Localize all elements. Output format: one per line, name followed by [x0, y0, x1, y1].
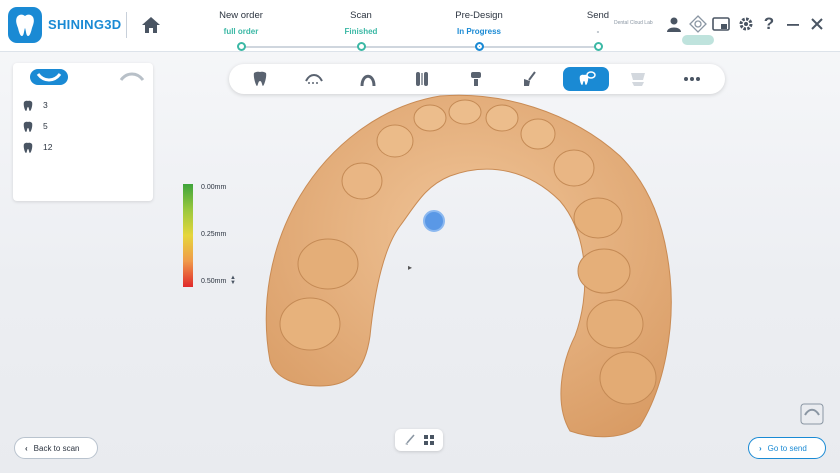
- brand-name: SHINING3D: [48, 17, 122, 32]
- user-icon: [667, 17, 681, 32]
- canine-cusp: [376, 124, 414, 158]
- shining3d-logo: [8, 7, 42, 43]
- lab-status-pill: [682, 35, 714, 45]
- screenshot-button[interactable]: [712, 15, 730, 33]
- step-new-order[interactable]: New order full order: [186, 10, 296, 51]
- gear-icon: [739, 17, 753, 31]
- step-dot: [236, 42, 246, 51]
- canine-cusp: [520, 118, 556, 150]
- premolar-cusp: [341, 162, 383, 200]
- chevron-left-icon: ‹: [25, 443, 28, 453]
- premolar-cusp: [573, 197, 623, 239]
- grid-icon: [424, 435, 434, 445]
- scale-adjust-arrows[interactable]: ▲ ▼: [230, 275, 236, 286]
- lower-jaw-icon: [119, 72, 145, 81]
- step-pre-design[interactable]: Pre-Design In Progress: [424, 10, 534, 51]
- send-label: Go to send: [767, 443, 807, 453]
- lab-name: Dental Cloud Lab: [614, 20, 653, 26]
- step-dot: [593, 42, 603, 51]
- scale-label-top: 0.00mm: [201, 184, 227, 191]
- dental-arch-model[interactable]: [240, 86, 680, 446]
- tooth-icon: [23, 121, 33, 132]
- step-title: New order: [219, 10, 263, 21]
- jaw-view-icon: [800, 403, 824, 425]
- lower-jaw-tab[interactable]: [113, 69, 151, 85]
- molar-cusp: [297, 238, 359, 290]
- step-status: -: [596, 27, 600, 36]
- molar-cusp: [279, 297, 341, 351]
- molar-cusp: [599, 351, 657, 405]
- step-status: In Progress: [456, 27, 501, 36]
- screen-capture-icon: [712, 17, 730, 31]
- help-button[interactable]: ?: [760, 14, 778, 33]
- top-bar: SHINING3D New order full order Scan Fini…: [0, 0, 840, 52]
- settings-button[interactable]: [737, 15, 755, 33]
- go-to-send-button[interactable]: › Go to send: [748, 437, 826, 459]
- home-icon: [142, 17, 160, 33]
- upper-jaw-tab[interactable]: [30, 69, 68, 85]
- upper-jaw-icon: [36, 73, 62, 82]
- connect-button[interactable]: [689, 15, 707, 33]
- home-button[interactable]: [140, 14, 162, 36]
- incisor-cusp: [485, 104, 519, 132]
- scale-label-mid: 0.25mm: [201, 231, 227, 238]
- minimize-button[interactable]: [784, 15, 802, 33]
- progress-line: [240, 46, 598, 48]
- incisor-cusp: [448, 99, 482, 125]
- tooth-list-panel: 3 5 12: [13, 63, 153, 201]
- minimize-icon: [787, 24, 799, 26]
- view-toggle-bar: [395, 429, 443, 451]
- step-title: Scan: [350, 10, 372, 21]
- more-icon: [684, 77, 700, 81]
- back-label: Back to scan: [33, 443, 80, 453]
- more-tools-button[interactable]: [681, 69, 703, 89]
- premolar-cusp: [553, 149, 595, 187]
- arch-icon: [360, 74, 376, 87]
- brush-mode-button[interactable]: [403, 433, 417, 447]
- step-dot-active: [474, 42, 484, 51]
- tooth-icon: [23, 142, 33, 153]
- tooth-number: 3: [43, 100, 48, 110]
- margin-line-icon: [305, 74, 323, 84]
- tooth-number: 12: [43, 142, 53, 152]
- molar-cusp: [577, 248, 631, 294]
- step-dot: [356, 42, 366, 51]
- adjust-handle[interactable]: [423, 210, 445, 232]
- brand-divider: [126, 12, 127, 38]
- user-button[interactable]: [665, 15, 683, 33]
- brush-icon: [405, 434, 415, 445]
- incisor-cusp: [413, 104, 447, 132]
- target-icon: [689, 15, 707, 33]
- molar-cusp: [586, 299, 644, 349]
- mouse-cursor-icon: ▸: [408, 263, 413, 272]
- close-button[interactable]: [808, 15, 826, 33]
- view-orientation-button[interactable]: [800, 403, 824, 425]
- tooth-item[interactable]: 5: [23, 119, 48, 133]
- tooth-number: 5: [43, 121, 48, 131]
- chevron-right-icon: ›: [759, 443, 762, 453]
- distance-color-scale: [183, 184, 193, 287]
- help-icon: ?: [763, 14, 775, 33]
- tooth-item[interactable]: 12: [23, 140, 52, 154]
- step-status: Finished: [344, 27, 378, 36]
- step-scan[interactable]: Scan Finished: [306, 10, 416, 51]
- step-status: full order: [223, 27, 259, 36]
- grid-mode-button[interactable]: [422, 433, 436, 447]
- step-title: Pre-Design: [455, 10, 503, 21]
- tooth-icon: [23, 100, 33, 111]
- tooth-item[interactable]: 3: [23, 98, 48, 112]
- scale-label-bottom: 0.50mm: [201, 278, 227, 285]
- close-icon: [811, 18, 823, 30]
- back-to-scan-button[interactable]: ‹ Back to scan: [14, 437, 98, 459]
